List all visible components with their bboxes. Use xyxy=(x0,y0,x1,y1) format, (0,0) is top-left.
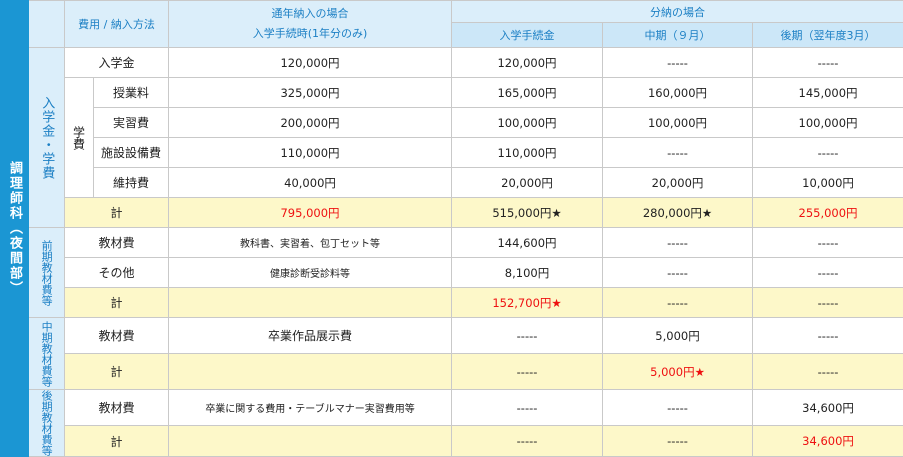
annual-kyozai1: 教科書、実習着、包丁セット等 xyxy=(168,227,453,258)
row-label-jisshuhi: 実習費 xyxy=(92,107,170,138)
mid-total1: 280,000円★ xyxy=(602,197,754,228)
late-iji: 10,000円 xyxy=(752,167,903,198)
header-split-mid: 中期（９月） xyxy=(602,22,754,48)
mid-total2: ----- xyxy=(602,287,754,318)
entry-total4: ----- xyxy=(451,425,604,457)
row-label-total1: 計 xyxy=(63,197,170,228)
late-nyugakukin: ----- xyxy=(752,47,903,78)
annual-nyugakukin: 120,000円 xyxy=(168,47,453,78)
mid-jugyoryo: 160,000円 xyxy=(602,77,754,108)
annual-sonota: 健康診断受診料等 xyxy=(168,257,453,288)
row-label-total2: 計 xyxy=(63,287,170,318)
header-annual-line1: 通年納入の場合 xyxy=(271,7,349,20)
row-label-kyozai3: 教材費 xyxy=(63,388,170,427)
late-total3: ----- xyxy=(752,353,903,390)
annual-kyozai2: 卒業作品展示費 xyxy=(168,317,453,354)
mid-kyozai2: 5,000円 xyxy=(602,317,754,354)
header-split-entry: 入学手続金 xyxy=(451,22,604,48)
mid-jisshuhi: 100,000円 xyxy=(602,107,754,138)
entry-jugyoryo: 165,000円 xyxy=(451,77,604,108)
late-sonota: ----- xyxy=(752,257,903,288)
annual-shisetsu: 110,000円 xyxy=(168,137,453,168)
mid-total4: ----- xyxy=(602,425,754,457)
row-label-kyozai1: 教材費 xyxy=(63,227,170,258)
mid-nyugakukin: ----- xyxy=(602,47,754,78)
mid-kyozai1: ----- xyxy=(602,227,754,258)
annual-jugyoryo: 325,000円 xyxy=(168,77,453,108)
fee-table: 調理師科（夜間部） 費用 / 納入方法 通年納入の場合 入学手続時(1年分のみ)… xyxy=(0,0,903,457)
section-label-early-materials: 前期教材費等 xyxy=(28,227,65,318)
header-blank xyxy=(28,0,65,48)
section-label-late-materials: 後期教材費等 xyxy=(28,389,65,457)
header-corner: 費用 / 納入方法 xyxy=(63,0,170,48)
entry-iji: 20,000円 xyxy=(451,167,604,198)
mid-sonota: ----- xyxy=(602,257,754,288)
late-kyozai2: ----- xyxy=(752,317,903,354)
entry-jisshuhi: 100,000円 xyxy=(451,107,604,138)
late-jugyoryo: 145,000円 xyxy=(752,77,903,108)
late-kyozai1: ----- xyxy=(752,227,903,258)
annual-total4 xyxy=(168,425,453,457)
course-side-label: 調理師科（夜間部） xyxy=(0,0,29,457)
late-kyozai3: 34,600円 xyxy=(752,388,903,427)
mid-total3: 5,000円★ xyxy=(602,353,754,390)
annual-total3 xyxy=(168,353,453,390)
row-label-sonota: その他 xyxy=(63,257,170,288)
entry-nyugakukin: 120,000円 xyxy=(451,47,604,78)
entry-total2: 152,700円★ xyxy=(451,287,604,318)
late-total2: ----- xyxy=(752,287,903,318)
annual-jisshuhi: 200,000円 xyxy=(168,107,453,138)
mid-kyozai3: ----- xyxy=(602,388,754,427)
mid-iji: 20,000円 xyxy=(602,167,754,198)
row-label-nyugakukin: 入学金 xyxy=(63,47,170,78)
section-label-mid-materials: 中期教材費等 xyxy=(28,317,65,390)
entry-kyozai2: ----- xyxy=(451,317,604,354)
entry-kyozai3: ----- xyxy=(451,388,604,427)
entry-sonota: 8,100円 xyxy=(451,257,604,288)
entry-kyozai1: 144,600円 xyxy=(451,227,604,258)
annual-total2 xyxy=(168,287,453,318)
entry-total1: 515,000円★ xyxy=(451,197,604,228)
row-label-jugyoryo: 授業料 xyxy=(92,77,170,108)
annual-iji: 40,000円 xyxy=(168,167,453,198)
section-label-tuition: 入学金・学費 xyxy=(28,47,65,228)
header-split-title: 分納の場合 xyxy=(451,0,903,23)
row-label-total4: 計 xyxy=(63,425,170,457)
late-jisshuhi: 100,000円 xyxy=(752,107,903,138)
late-total4: 34,600円 xyxy=(752,425,903,457)
header-annual-line2: 入学手続時(1年分のみ) xyxy=(252,27,368,40)
header-annual: 通年納入の場合 入学手続時(1年分のみ) xyxy=(168,0,453,48)
entry-shisetsu: 110,000円 xyxy=(451,137,604,168)
entry-total3: ----- xyxy=(451,353,604,390)
late-total1: 255,000円 xyxy=(752,197,903,228)
annual-kyozai3: 卒業に関する費用・テーブルマナー実習費用等 xyxy=(168,388,453,427)
gakuhi-group-label: 学費 xyxy=(64,77,94,198)
annual-total1: 795,000円 xyxy=(168,197,453,228)
row-label-iji: 維持費 xyxy=(92,167,170,198)
row-label-kyozai2: 教材費 xyxy=(63,317,170,354)
header-split-late: 後期（翌年度3月） xyxy=(752,22,903,48)
row-label-total3: 計 xyxy=(63,353,170,390)
mid-shisetsu: ----- xyxy=(602,137,754,168)
row-label-shisetsu: 施設設備費 xyxy=(92,137,170,168)
late-shisetsu: ----- xyxy=(752,137,903,168)
